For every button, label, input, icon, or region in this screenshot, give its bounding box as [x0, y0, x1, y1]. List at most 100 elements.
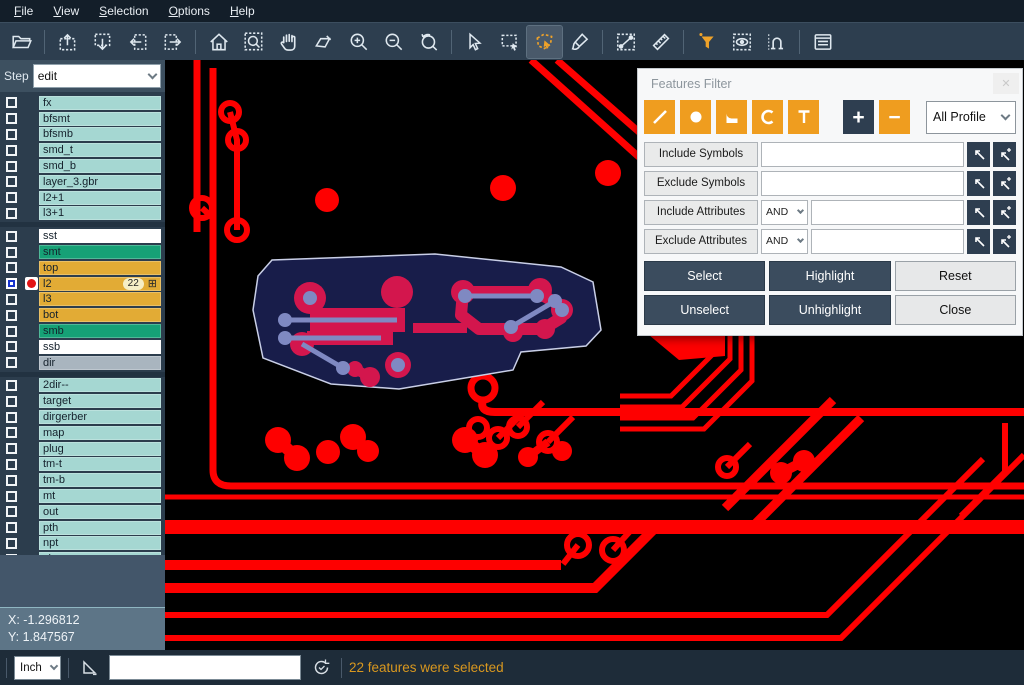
layer-visibility-checkbox[interactable]	[0, 536, 23, 552]
step-select[interactable]: edit	[33, 64, 161, 88]
layer-visibility-checkbox[interactable]	[0, 276, 23, 292]
pan-hand-icon[interactable]	[271, 26, 306, 58]
features-filter-icon[interactable]	[689, 26, 724, 58]
layer-visibility-checkbox[interactable]	[0, 378, 23, 394]
layer-visibility-checkbox[interactable]	[0, 244, 23, 260]
layer-active-indicator[interactable]	[23, 95, 39, 111]
layer-active-indicator[interactable]	[23, 457, 39, 473]
command-input[interactable]	[109, 655, 301, 680]
layer-active-indicator[interactable]	[23, 174, 39, 190]
layer-visibility-checkbox[interactable]	[0, 111, 23, 127]
layer-name[interactable]: smd_b	[39, 159, 161, 173]
close-icon[interactable]: ✕	[993, 73, 1019, 94]
layer-name[interactable]: tm-b	[39, 473, 161, 487]
layer-name[interactable]: plug	[39, 442, 161, 456]
layer-name[interactable]: top	[39, 261, 161, 275]
open-file-icon[interactable]	[4, 26, 39, 58]
layer-active-indicator[interactable]	[23, 307, 39, 323]
layer-name[interactable]: l3+1	[39, 206, 161, 220]
layer-visibility-checkbox[interactable]	[0, 228, 23, 244]
layer-active-indicator[interactable]	[23, 323, 39, 339]
exclude-symbols-input[interactable]	[761, 171, 964, 196]
layer-name[interactable]: tm-t	[39, 457, 161, 471]
layer-name[interactable]: bfsmt	[39, 112, 161, 126]
exclude-attributes-logic-select[interactable]: AND	[761, 229, 808, 254]
layer-visibility-checkbox[interactable]	[0, 174, 23, 190]
layer-name[interactable]: sst	[39, 229, 161, 243]
layer-active-indicator[interactable]	[23, 520, 39, 536]
surface-features-button[interactable]	[716, 100, 747, 134]
text-features-button[interactable]	[788, 100, 819, 134]
layer-visibility-checkbox[interactable]	[0, 504, 23, 520]
exclude-symbols-button[interactable]: Exclude Symbols	[644, 171, 758, 196]
home-view-icon[interactable]	[201, 26, 236, 58]
layer-name[interactable]: smb	[39, 324, 161, 338]
include-symbols-input[interactable]	[761, 142, 964, 167]
layer-name[interactable]: dirgerber	[39, 410, 161, 424]
layer-name[interactable]: 2dir--	[39, 378, 161, 392]
layer-name[interactable]: bot	[39, 308, 161, 322]
layer-active-indicator[interactable]	[23, 393, 39, 409]
layer-visibility-checkbox[interactable]	[0, 488, 23, 504]
menu-view[interactable]: View	[43, 1, 89, 21]
layer-visibility-checkbox[interactable]	[0, 457, 23, 473]
layer-name[interactable]: smd_t	[39, 143, 161, 157]
line-features-button[interactable]	[644, 100, 675, 134]
select-rectangle-icon[interactable]	[492, 26, 527, 58]
layer-visibility-checkbox[interactable]	[0, 425, 23, 441]
layer-visibility-checkbox[interactable]	[0, 355, 23, 371]
pad-features-button[interactable]	[680, 100, 711, 134]
pick-symbol-icon[interactable]	[967, 142, 990, 167]
layer-name[interactable]: out	[39, 505, 161, 519]
layer-visibility-checkbox[interactable]	[0, 206, 23, 222]
send-to-bottom-icon[interactable]	[85, 26, 120, 58]
pan-polygon-icon[interactable]	[306, 26, 341, 58]
layer-visibility-checkbox[interactable]	[0, 472, 23, 488]
pick-add-attribute-icon[interactable]	[993, 229, 1016, 254]
menu-selection[interactable]: Selection	[89, 1, 158, 21]
exclude-attributes-input[interactable]	[811, 229, 964, 254]
clear-brush-icon[interactable]	[562, 26, 597, 58]
layer-name[interactable]: mt	[39, 489, 161, 503]
zoom-previous-icon[interactable]	[411, 26, 446, 58]
zoom-window-icon[interactable]	[236, 26, 271, 58]
layer-active-indicator[interactable]	[23, 260, 39, 276]
pick-add-attribute-icon[interactable]	[993, 200, 1016, 225]
units-select[interactable]: Inch	[14, 656, 61, 680]
layer-active-indicator[interactable]	[23, 472, 39, 488]
include-attributes-input[interactable]	[811, 200, 964, 225]
select-button[interactable]: Select	[644, 261, 765, 291]
layer-name[interactable]: npt	[39, 536, 161, 550]
pick-add-symbol-icon[interactable]	[993, 171, 1016, 196]
layer-name[interactable]: dir	[39, 356, 161, 370]
corner-snap-icon[interactable]	[76, 655, 102, 681]
layer-active-indicator[interactable]	[23, 355, 39, 371]
panels-list-icon[interactable]	[805, 26, 840, 58]
include-attributes-logic-select[interactable]: AND	[761, 200, 808, 225]
layer-active-indicator[interactable]	[23, 142, 39, 158]
zoom-out-icon[interactable]	[376, 26, 411, 58]
layer-active-indicator[interactable]	[23, 127, 39, 143]
layer-name[interactable]: l222⊞	[39, 277, 161, 291]
pick-add-symbol-icon[interactable]	[993, 142, 1016, 167]
layer-active-indicator[interactable]	[23, 190, 39, 206]
menu-file[interactable]: File	[4, 1, 43, 21]
layer-active-indicator[interactable]	[23, 111, 39, 127]
layer-visibility-checkbox[interactable]	[0, 393, 23, 409]
layer-visibility-checkbox[interactable]	[0, 260, 23, 276]
layer-active-indicator[interactable]	[23, 276, 39, 292]
layer-name[interactable]: map	[39, 426, 161, 440]
remove-mode-button[interactable]: −	[879, 100, 910, 134]
layer-name[interactable]: target	[39, 394, 161, 408]
snap-magnet-icon[interactable]	[759, 26, 794, 58]
send-to-top-icon[interactable]	[50, 26, 85, 58]
menu-options[interactable]: Options	[159, 1, 220, 21]
zoom-in-icon[interactable]	[341, 26, 376, 58]
layer-name[interactable]: l3	[39, 292, 161, 306]
layer-active-indicator[interactable]	[23, 244, 39, 260]
layer-visibility-checkbox[interactable]	[0, 520, 23, 536]
close-button[interactable]: Close	[895, 295, 1016, 325]
pick-attribute-icon[interactable]	[967, 229, 990, 254]
layer-visibility-checkbox[interactable]	[0, 158, 23, 174]
layer-name[interactable]: l2+1	[39, 191, 161, 205]
